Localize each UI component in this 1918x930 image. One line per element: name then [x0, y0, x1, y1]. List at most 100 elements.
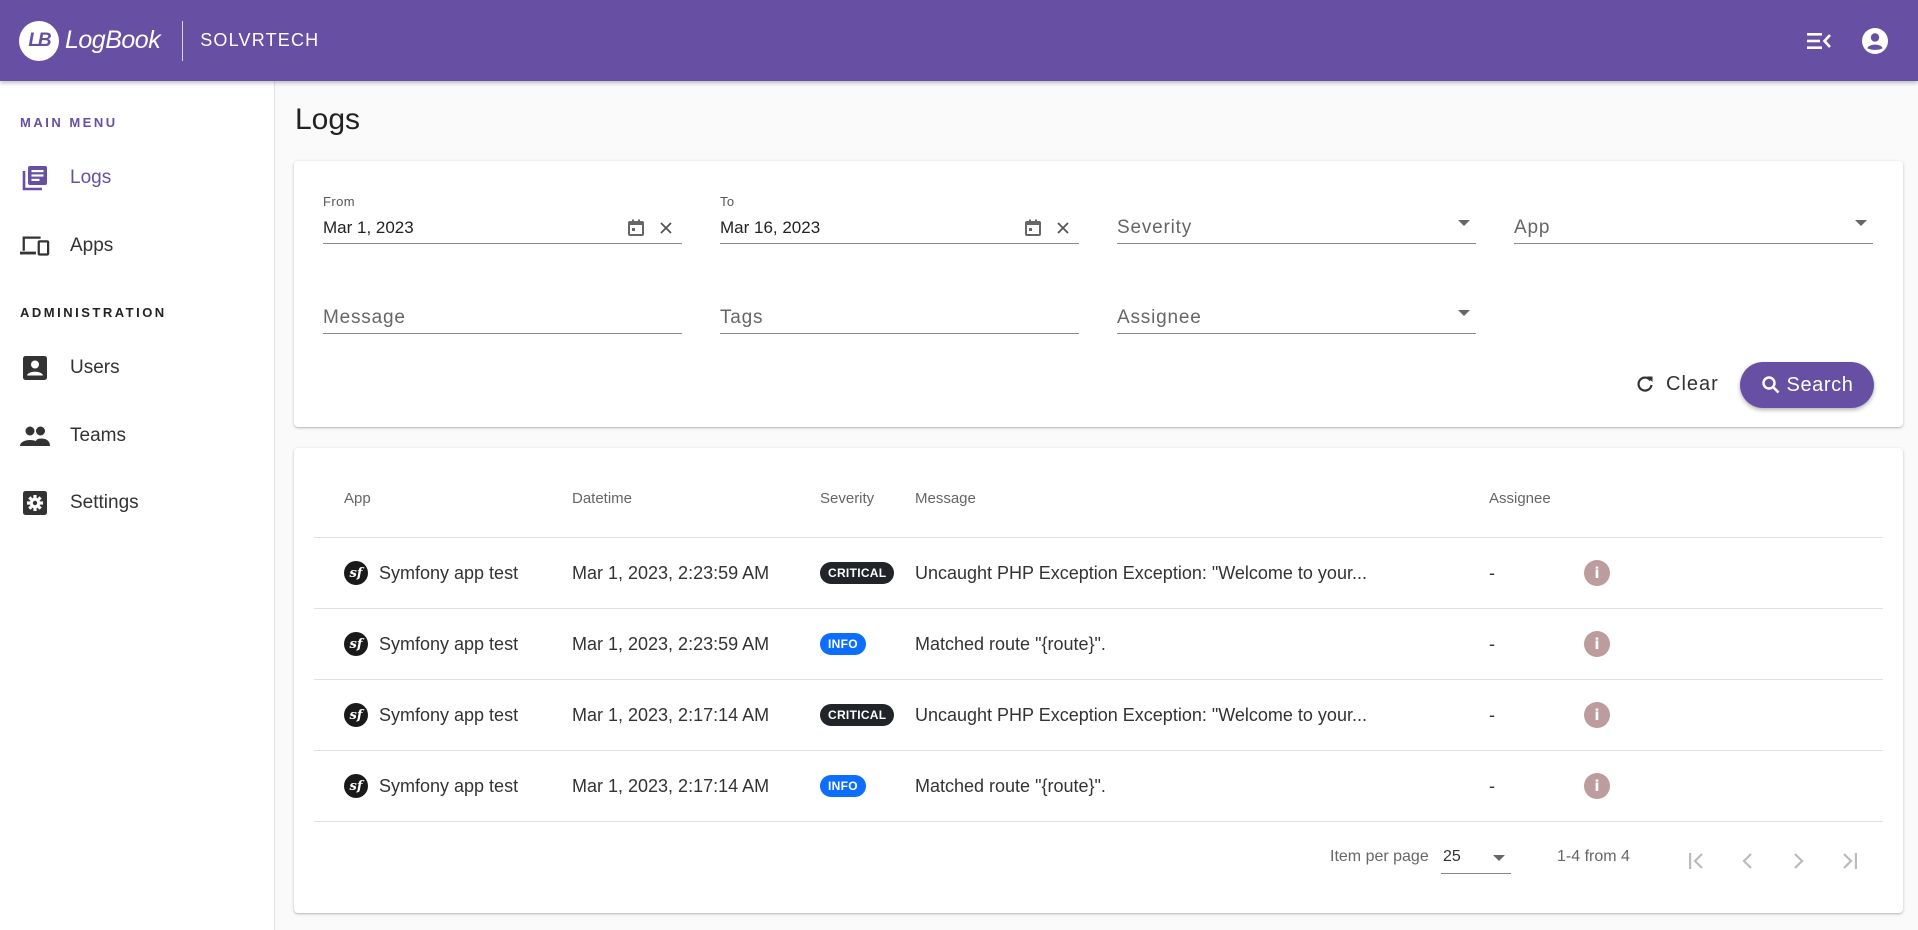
people-icon [20, 421, 50, 451]
administration-title: ADMINISTRATION [20, 305, 167, 320]
app-cell: sf Symfony app test [344, 751, 518, 821]
from-label: From [323, 194, 355, 209]
assignee-cell: - [1489, 633, 1495, 654]
actions-cell: i [1584, 609, 1610, 679]
message-placeholder: Message [323, 307, 406, 328]
severity-badge: CRITICAL [820, 704, 895, 726]
severity-badge: INFO [820, 633, 866, 655]
message-input[interactable]: Message [323, 284, 682, 334]
message-cell: Matched route "{route}". [915, 633, 1106, 654]
app-name: Symfony app test [379, 633, 519, 654]
severity-placeholder: Severity [1117, 217, 1193, 238]
app-name: LogBook [65, 26, 161, 54]
logs-table-card: App Datetime Severity Message Assignee s… [294, 448, 1903, 913]
previous-page-button[interactable] [1731, 844, 1765, 878]
calendar-icon[interactable] [1023, 218, 1043, 238]
table-row[interactable]: sf Symfony app test Mar 1, 2023, 2:17:14 A… [314, 680, 1883, 751]
column-header-severity[interactable]: Severity [820, 490, 874, 507]
logs-icon [20, 163, 50, 193]
menu-collapse-button[interactable] [1802, 24, 1836, 58]
tags-placeholder: Tags [720, 307, 764, 328]
sidebar-item-apps[interactable]: Apps [0, 221, 274, 271]
chevron-left-icon [1742, 853, 1752, 869]
sidebar-item-label: Teams [70, 425, 126, 446]
table-row[interactable]: sf Symfony app test Mar 1, 2023, 2:23:59 A… [314, 538, 1883, 609]
app-select[interactable]: App [1514, 194, 1873, 244]
column-header-message[interactable]: Message [915, 490, 976, 507]
first-page-button[interactable] [1681, 844, 1715, 878]
actions-cell: i [1584, 538, 1610, 608]
app-cell: sf Symfony app test [344, 538, 518, 608]
to-date-field[interactable]: To Mar 16, 2023 [720, 194, 1079, 244]
column-header-datetime[interactable]: Datetime [572, 490, 632, 507]
sidebar-item-label: Logs [70, 167, 112, 188]
account-circle-icon [1862, 27, 1888, 54]
info-icon[interactable]: i [1584, 702, 1610, 728]
page-range: 1-4 from 4 [1557, 848, 1630, 865]
sidebar-item-label: Settings [70, 492, 139, 513]
last-page-icon [1843, 853, 1857, 869]
search-button[interactable]: Search [1740, 362, 1874, 408]
sidebar-item-logs[interactable]: Logs [0, 153, 274, 203]
clear-from-date-icon[interactable] [656, 218, 676, 238]
severity-cell: INFO [820, 751, 866, 821]
chevron-down-icon [1493, 855, 1505, 861]
clear-label: Clear [1666, 372, 1719, 395]
actions-cell: i [1584, 751, 1610, 821]
severity-cell: CRITICAL [820, 680, 895, 750]
from-date-field[interactable]: From Mar 1, 2023 [323, 194, 682, 244]
app-name: Symfony app test [379, 704, 519, 725]
refresh-icon [1636, 375, 1654, 393]
chevron-down-icon [1458, 220, 1470, 226]
sidebar: MAIN MENU Logs Apps ADMINISTRATION Users… [0, 81, 275, 930]
datetime-cell: Mar 1, 2023, 2:23:59 AM [572, 633, 770, 654]
app-name: Symfony app test [379, 775, 519, 796]
next-page-button[interactable] [1781, 844, 1815, 878]
brand-divider [182, 20, 184, 61]
app-placeholder: App [1514, 217, 1551, 238]
chevron-down-icon [1855, 220, 1867, 226]
info-icon[interactable]: i [1584, 560, 1610, 586]
assignee-cell: - [1489, 704, 1495, 725]
items-per-page-select[interactable]: 25 [1441, 840, 1511, 874]
sidebar-item-settings[interactable]: Settings [0, 478, 274, 528]
assignee-select[interactable]: Assignee [1117, 284, 1476, 334]
settings-icon [20, 488, 50, 518]
first-page-icon [1689, 853, 1703, 869]
clear-button[interactable]: Clear [1624, 362, 1731, 406]
app-cell: sf Symfony app test [344, 680, 518, 750]
clear-to-date-icon[interactable] [1053, 218, 1073, 238]
sidebar-item-teams[interactable]: Teams [0, 411, 274, 461]
filters-card: From Mar 1, 2023 To Mar 16, 2023 Severit… [294, 161, 1903, 427]
last-page-button[interactable] [1831, 844, 1865, 878]
brand[interactable]: LB LogBook [19, 20, 161, 61]
sidebar-item-label: Apps [70, 235, 114, 256]
organization-name: SOLVRTECH [200, 30, 320, 50]
table-row[interactable]: sf Symfony app test Mar 1, 2023, 2:17:14 A… [314, 751, 1883, 822]
page-title: Logs [295, 103, 361, 136]
severity-cell: CRITICAL [820, 538, 895, 608]
severity-select[interactable]: Severity [1117, 194, 1476, 244]
assignee-placeholder: Assignee [1117, 307, 1202, 328]
datetime-cell: Mar 1, 2023, 2:17:14 AM [572, 775, 770, 796]
info-icon[interactable]: i [1584, 773, 1610, 799]
severity-cell: INFO [820, 609, 866, 679]
sidebar-item-users[interactable]: Users [0, 343, 274, 393]
tags-input[interactable]: Tags [720, 284, 1079, 334]
severity-badge: CRITICAL [820, 562, 895, 584]
calendar-icon[interactable] [626, 218, 646, 238]
items-per-page-value: 25 [1443, 848, 1461, 865]
column-header-assignee[interactable]: Assignee [1489, 490, 1551, 507]
info-icon[interactable]: i [1584, 631, 1610, 657]
assignee-cell: - [1489, 775, 1495, 796]
message-cell: Uncaught PHP Exception Exception: "Welco… [915, 704, 1367, 725]
actions-cell: i [1584, 680, 1610, 750]
column-header-app[interactable]: App [344, 490, 371, 507]
chevron-down-icon [1458, 310, 1470, 316]
symfony-logo-icon: sf [344, 632, 368, 656]
table-row[interactable]: sf Symfony app test Mar 1, 2023, 2:23:59 A… [314, 609, 1883, 680]
account-button[interactable] [1858, 24, 1892, 58]
devices-icon [20, 231, 50, 261]
symfony-logo-icon: sf [344, 774, 368, 798]
message-cell: Matched route "{route}". [915, 775, 1106, 796]
